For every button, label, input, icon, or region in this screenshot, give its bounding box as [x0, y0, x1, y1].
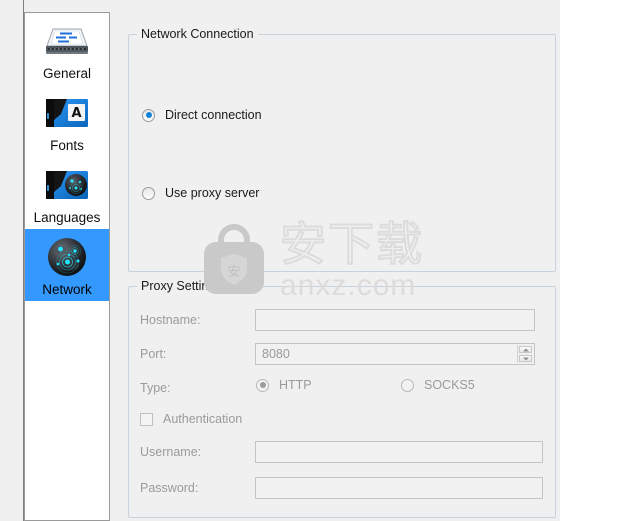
- username-label: Username:: [140, 445, 202, 459]
- network-globe-icon: [43, 235, 91, 279]
- settings-dialog: General A Fonts Languages Network Networ…: [0, 0, 560, 521]
- direct-connection-label: Direct connection: [165, 108, 262, 122]
- sidebar-item-label-general: General: [42, 66, 92, 81]
- port-input-value: 8080: [262, 347, 290, 361]
- proxy-settings-group-title: Proxy Settings: [137, 279, 226, 293]
- folder-font-icon: A: [43, 91, 91, 135]
- network-connection-group: Network Connection: [128, 27, 556, 272]
- network-connection-group-title: Network Connection: [137, 27, 258, 41]
- hostname-input[interactable]: [255, 309, 535, 331]
- use-proxy-server-label: Use proxy server: [165, 186, 260, 200]
- folder-globe-icon: [43, 163, 91, 207]
- proxy-type-socks5-radio[interactable]: SOCKS5: [401, 378, 475, 392]
- port-spinner[interactable]: [517, 345, 533, 363]
- username-input[interactable]: [255, 441, 543, 463]
- sidebar-item-fonts[interactable]: A Fonts: [25, 85, 109, 157]
- settings-category-list[interactable]: General A Fonts Languages Network: [24, 12, 110, 521]
- proxy-type-http-radio[interactable]: HTTP: [256, 378, 312, 392]
- sidebar-item-label-languages: Languages: [33, 210, 101, 225]
- checkbox-indicator-authentication[interactable]: [140, 412, 153, 426]
- sidebar-item-label-network: Network: [42, 282, 92, 297]
- use-proxy-server-radio[interactable]: Use proxy server: [142, 186, 259, 200]
- direct-connection-radio[interactable]: Direct connection: [142, 108, 262, 122]
- hostname-label: Hostname:: [140, 313, 201, 327]
- type-label: Type:: [140, 381, 171, 395]
- sidebar-item-label-fonts: Fonts: [50, 138, 84, 153]
- radio-indicator-proxy[interactable]: [142, 186, 155, 200]
- authentication-label: Authentication: [163, 412, 243, 426]
- sidebar-item-general[interactable]: General: [25, 13, 109, 85]
- sidebar-item-languages[interactable]: Languages: [25, 157, 109, 229]
- port-spinner-up-icon[interactable]: [519, 346, 532, 353]
- radio-indicator-socks5[interactable]: [401, 378, 414, 392]
- port-input[interactable]: 8080: [255, 343, 535, 365]
- proxy-type-socks5-label: SOCKS5: [424, 378, 475, 392]
- sidebar-item-network[interactable]: Network: [25, 229, 109, 301]
- hard-drive-icon: [43, 19, 91, 63]
- authentication-checkbox[interactable]: Authentication: [140, 412, 242, 426]
- port-label: Port:: [140, 347, 167, 361]
- proxy-type-http-label: HTTP: [279, 378, 312, 392]
- password-input[interactable]: [255, 477, 543, 499]
- radio-indicator-http[interactable]: [256, 378, 269, 392]
- radio-indicator-direct[interactable]: [142, 108, 155, 122]
- settings-window: General A Fonts Languages Network Networ…: [0, 0, 625, 521]
- password-label: Password:: [140, 481, 199, 495]
- port-spinner-down-icon[interactable]: [519, 355, 532, 362]
- svg-text:A: A: [71, 106, 81, 121]
